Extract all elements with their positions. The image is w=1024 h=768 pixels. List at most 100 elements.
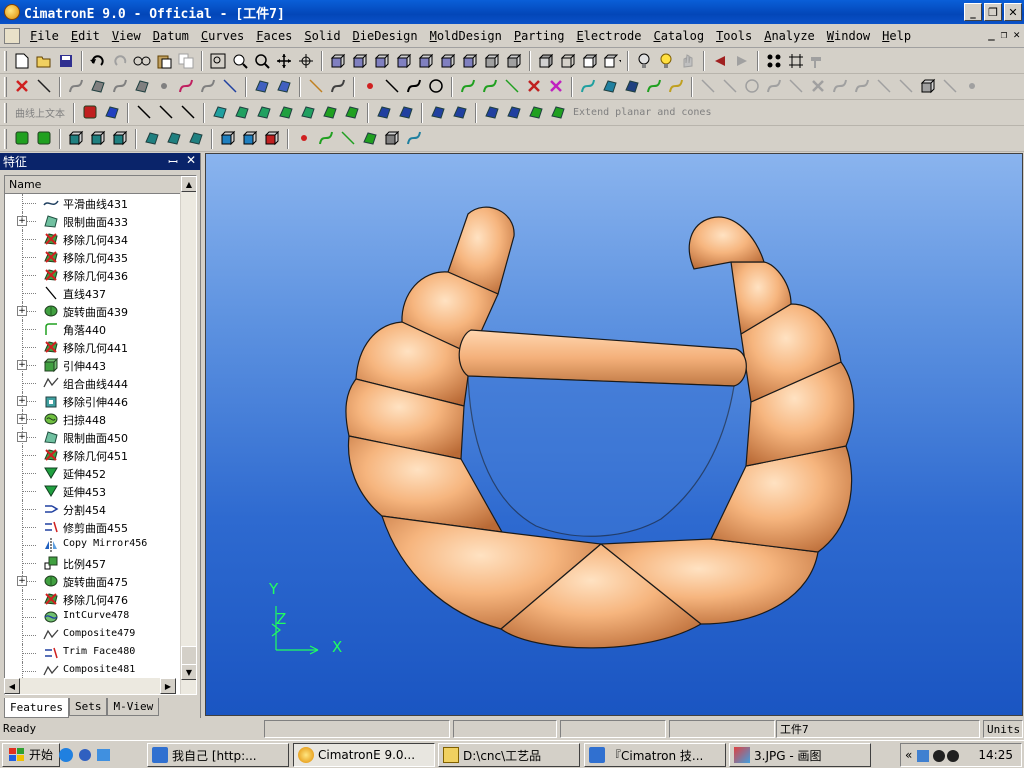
expand-icon[interactable]: +: [17, 306, 27, 316]
project-curve-icon[interactable]: [601, 77, 619, 95]
sweep-surface-icon[interactable]: [321, 103, 339, 121]
split-surface-icon[interactable]: [397, 103, 415, 121]
view-left-icon[interactable]: [417, 52, 435, 70]
combine-icon[interactable]: [375, 103, 393, 121]
box-icon[interactable]: [383, 129, 401, 147]
copy-icon[interactable]: [177, 52, 195, 70]
render-mode-icon[interactable]: [537, 52, 555, 70]
feature-tree[interactable]: Name 平滑曲线431 + 限制曲面433 移除几何434 移除几何435 移除几何43…: [4, 175, 197, 695]
boundary-curve-icon[interactable]: [645, 77, 663, 95]
toolbar-grip[interactable]: [4, 102, 7, 123]
view-right-icon[interactable]: [395, 52, 413, 70]
shell-icon[interactable]: [111, 129, 129, 147]
wireframe-icon[interactable]: [559, 52, 577, 70]
doc-minimize-button[interactable]: _: [988, 28, 995, 41]
view-save-icon[interactable]: [505, 52, 523, 70]
toolbar-grip[interactable]: [4, 50, 7, 71]
chamfer-curve-icon[interactable]: [503, 77, 521, 95]
spline-icon[interactable]: [459, 77, 477, 95]
open-folder-icon[interactable]: [35, 52, 53, 70]
graphics-viewport[interactable]: Y Z X: [205, 153, 1023, 716]
restore-button[interactable]: ❐: [984, 3, 1002, 21]
project-icon[interactable]: [361, 129, 379, 147]
horizontal-scrollbar[interactable]: ◀ ▶: [4, 678, 176, 694]
expand-icon[interactable]: +: [17, 414, 27, 424]
menu-file[interactable]: File: [24, 29, 65, 43]
feature-row[interactable]: 移除几何435: [5, 248, 181, 266]
feature-row[interactable]: + 旋转曲面439: [5, 302, 181, 320]
drive-surface-icon[interactable]: [255, 103, 273, 121]
menu-view[interactable]: View: [106, 29, 147, 43]
pick-face-icon[interactable]: [89, 77, 107, 95]
scroll-up-icon[interactable]: ▲: [181, 176, 196, 192]
zoom-icon[interactable]: [253, 52, 271, 70]
new-file-icon[interactable]: [13, 52, 31, 70]
line-style-icon[interactable]: [157, 103, 175, 121]
panel-close-button[interactable]: ✕: [186, 153, 196, 170]
redo-icon[interactable]: [111, 52, 129, 70]
fillet-icon[interactable]: [143, 129, 161, 147]
quick-launch-icons[interactable]: [58, 747, 112, 763]
trim-curve-icon[interactable]: [525, 77, 543, 95]
back-arrow-icon[interactable]: [711, 52, 729, 70]
menu-solid[interactable]: Solid: [298, 29, 346, 43]
menu-electrode[interactable]: Electrode: [570, 29, 647, 43]
point-solid-icon[interactable]: [295, 129, 313, 147]
lines-disabled-icon[interactable]: [699, 77, 717, 95]
chamfer-icon[interactable]: [165, 129, 183, 147]
view-bottom-icon[interactable]: [461, 52, 479, 70]
feature-row[interactable]: 延伸453: [5, 482, 181, 500]
paste-icon[interactable]: [155, 52, 173, 70]
pin-button[interactable]: ꟷ: [168, 153, 178, 170]
feature-row[interactable]: + 限制曲面450: [5, 428, 181, 446]
menu-curves[interactable]: Curves: [195, 29, 250, 43]
view-iso-icon[interactable]: [329, 52, 347, 70]
display-dropdown-icon[interactable]: [603, 52, 621, 70]
measure-icon[interactable]: [339, 129, 357, 147]
fillet-curve-icon[interactable]: [481, 77, 499, 95]
lines2-disabled-icon[interactable]: [721, 77, 739, 95]
menu-parting[interactable]: Parting: [508, 29, 571, 43]
arc-icon[interactable]: [405, 77, 423, 95]
ring-model[interactable]: Y Z X: [206, 154, 1023, 716]
dots-disabled-icon[interactable]: [963, 77, 981, 95]
name-column-header[interactable]: Name: [5, 176, 181, 194]
doc-restore-button[interactable]: ❐: [1001, 28, 1008, 41]
filter-icon[interactable]: [765, 52, 783, 70]
tray-expand-icon[interactable]: «: [905, 748, 912, 762]
task-folder[interactable]: D:\cnc\工艺品: [438, 743, 580, 767]
tray-app-icons[interactable]: [917, 748, 961, 764]
save-icon[interactable]: [57, 52, 75, 70]
feature-row[interactable]: + 限制曲面433: [5, 212, 181, 230]
feature-row[interactable]: 直线437: [5, 284, 181, 302]
expand-icon[interactable]: +: [17, 396, 27, 406]
feature-row[interactable]: 移除几何451: [5, 446, 181, 464]
composite-curve-icon[interactable]: [667, 77, 685, 95]
document-menu-icon[interactable]: [4, 27, 20, 44]
tab-m-view[interactable]: M-View: [107, 698, 160, 716]
task-browser[interactable]: 我自己 [http:...: [147, 743, 289, 767]
boolean-add-icon[interactable]: [219, 129, 237, 147]
mirror-icon[interactable]: [483, 103, 501, 121]
sketcher-icon[interactable]: [329, 77, 347, 95]
feature-row[interactable]: + 引伸443: [5, 356, 181, 374]
task-cimatron-forum[interactable]: 『Cimatron 技...: [584, 743, 726, 767]
menu-molddesign[interactable]: MoldDesign: [424, 29, 508, 43]
feature-row[interactable]: IntCurve478: [5, 608, 181, 626]
doc-close-button[interactable]: ✕: [1013, 28, 1020, 41]
select-icon[interactable]: [35, 77, 53, 95]
move-icon[interactable]: [527, 103, 545, 121]
pick-point-icon[interactable]: [155, 77, 173, 95]
feature-row[interactable]: + 扫掠448: [5, 410, 181, 428]
shading-dropdown-icon[interactable]: [581, 52, 599, 70]
undo-icon[interactable]: [89, 52, 107, 70]
pick-solid-icon[interactable]: [133, 77, 151, 95]
feature-row[interactable]: 移除几何476: [5, 590, 181, 608]
expand-icon[interactable]: +: [17, 216, 27, 226]
extrude-icon[interactable]: [67, 129, 85, 147]
menu-tools[interactable]: Tools: [710, 29, 758, 43]
trim-surface-icon[interactable]: [429, 103, 447, 121]
boolean-cut-icon[interactable]: [241, 129, 259, 147]
expand-icon[interactable]: +: [17, 360, 27, 370]
feature-row[interactable]: Copy Mirror456: [5, 536, 181, 554]
